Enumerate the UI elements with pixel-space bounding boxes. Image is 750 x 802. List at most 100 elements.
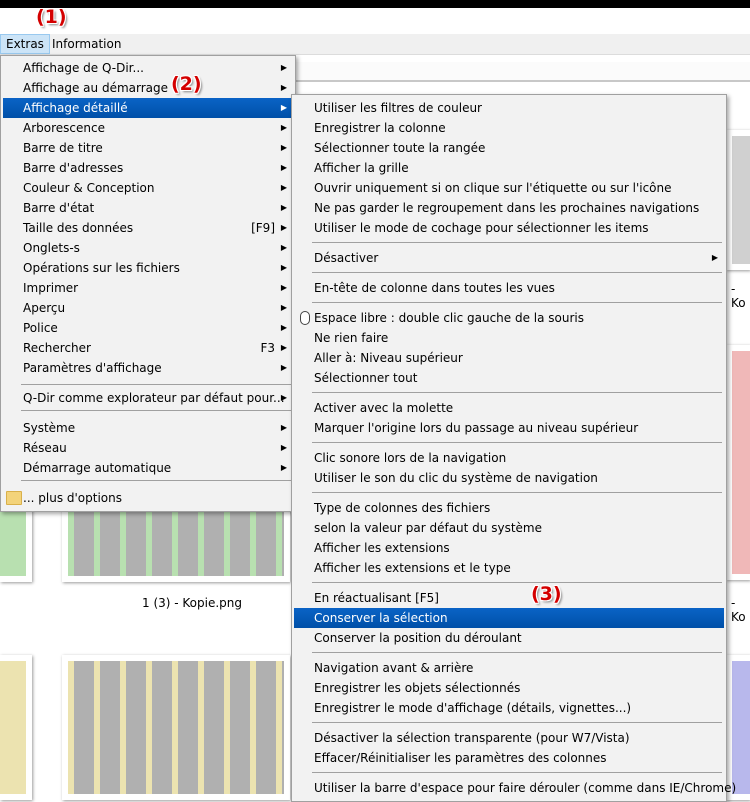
menu-item-label: Conserver la position du déroulant xyxy=(314,631,522,645)
file-view-header xyxy=(296,62,750,82)
menu-separator xyxy=(312,492,722,493)
menu-item-label: Système xyxy=(23,421,76,435)
menu-item[interactable]: Sélectionner tout xyxy=(294,368,724,388)
menu-item[interactable]: selon la valeur par défaut du système xyxy=(294,518,724,538)
menu-item[interactable]: Système ▶ xyxy=(3,418,293,438)
menu-item[interactable]: Type de colonnes des fichiers xyxy=(294,498,724,518)
menu-item[interactable]: Clic sonore lors de la navigation xyxy=(294,448,724,468)
menu-separator xyxy=(312,392,722,393)
menu-item[interactable]: Conserver la position du déroulant xyxy=(294,628,724,648)
submenu-arrow-icon: ▶ xyxy=(280,303,287,312)
menu-item[interactable]: Affichage au démarrage ▶ xyxy=(3,78,293,98)
submenu-arrow-icon: ▶ xyxy=(280,363,287,372)
menu-item-label: Affichage détaillé xyxy=(23,101,128,115)
menu-item[interactable]: Ne rien faire xyxy=(294,328,724,348)
menu-item[interactable]: Sélectionner toute la rangée xyxy=(294,138,724,158)
menu-item-label: Afficher la grille xyxy=(314,161,409,175)
menu-item[interactable]: Utiliser la barre d'espace pour faire dé… xyxy=(294,778,736,798)
menu-item-label: Arborescence xyxy=(23,121,105,135)
annotation-3: (3) xyxy=(531,583,562,605)
extras-menu: Affichage de Q-Dir... ▶ Affichage au démar… xyxy=(0,55,296,512)
menu-item-label: Activer avec la molette xyxy=(314,401,454,415)
menu-item[interactable]: Utiliser le son du clic du système de na… xyxy=(294,468,724,488)
menu-item[interactable]: Utiliser le mode de cochage pour sélecti… xyxy=(294,218,724,238)
menu-item[interactable]: Barre d'adresses ▶ xyxy=(3,158,293,178)
thumbnail[interactable] xyxy=(62,655,290,800)
menu-item[interactable]: En réactualisant [F5] xyxy=(294,588,724,608)
thumbnail-caption: - Ko xyxy=(731,282,746,310)
menu-separator xyxy=(312,652,722,653)
thumbnail[interactable] xyxy=(0,655,32,800)
menu-separator xyxy=(312,272,722,273)
menu-item-label: Sélectionner tout xyxy=(314,371,418,385)
menu-item-label: Enregistrer les objets sélectionnés xyxy=(314,681,521,695)
menu-item[interactable]: Afficher les extensions et le type xyxy=(294,558,724,578)
menu-item-label: Opérations sur les fichiers xyxy=(23,261,180,275)
submenu-arrow-icon: ▶ xyxy=(280,323,287,332)
menu-item-label: Espace libre : double clic gauche de la … xyxy=(314,311,585,325)
menu-extras[interactable]: Extras xyxy=(0,34,50,54)
submenu-arrow-icon: ▶ xyxy=(280,63,287,72)
thumbnail[interactable] xyxy=(726,130,750,270)
menu-item-label: Afficher les extensions et le type xyxy=(314,561,511,575)
menu-item[interactable]: Espace libre : double clic gauche de la … xyxy=(294,308,724,328)
menu-item[interactable]: Arborescence ▶ xyxy=(3,118,293,138)
thumbnail[interactable] xyxy=(726,345,750,580)
menu-item[interactable]: Effacer/Réinitialiser les paramètres des… xyxy=(294,748,724,768)
menu-item[interactable]: ... plus d'options xyxy=(3,488,293,508)
menu-item[interactable]: Navigation avant & arrière xyxy=(294,658,724,678)
menu-item[interactable]: Enregistrer le mode d'affichage (détails… xyxy=(294,698,724,718)
menu-item-label: Aperçu xyxy=(23,301,66,315)
menu-item[interactable]: En-tête de colonne dans toutes les vues xyxy=(294,278,724,298)
menu-item[interactable]: Affichage détaillé ▶ xyxy=(3,98,293,118)
menu-item[interactable]: Affichage de Q-Dir... ▶ xyxy=(3,58,293,78)
menu-item[interactable]: Marquer l'origine lors du passage au niv… xyxy=(294,418,724,438)
menu-item[interactable]: Taille des données [F9] ▶ xyxy=(3,218,293,238)
menu-separator xyxy=(21,384,291,385)
menu-item[interactable]: Désactiver ▶ xyxy=(294,248,724,268)
menu-item[interactable]: Afficher la grille xyxy=(294,158,724,178)
menu-item[interactable]: Activer avec la molette xyxy=(294,398,724,418)
menu-item-label: Enregistrer la colonne xyxy=(314,121,446,135)
menu-item[interactable]: Ne pas garder le regroupement dans les p… xyxy=(294,198,724,218)
menu-item[interactable]: Enregistrer les objets sélectionnés xyxy=(294,678,724,698)
menu-item[interactable]: Barre de titre ▶ xyxy=(3,138,293,158)
submenu-arrow-icon: ▶ xyxy=(280,463,287,472)
menu-item[interactable]: Afficher les extensions xyxy=(294,538,724,558)
menu-item[interactable]: Police ▶ xyxy=(3,318,293,338)
menu-item[interactable]: Réseau ▶ xyxy=(3,438,293,458)
menu-item-shortcut: [F9] xyxy=(251,221,275,235)
menu-item-label: Clic sonore lors de la navigation xyxy=(314,451,507,465)
menu-item-label: Démarrage automatique xyxy=(23,461,172,475)
menu-item[interactable]: Démarrage automatique ▶ xyxy=(3,458,293,478)
menu-item[interactable]: Paramètres d'affichage ▶ xyxy=(3,358,293,378)
menu-item[interactable]: Désactiver la sélection transparente (po… xyxy=(294,728,724,748)
submenu-arrow-icon: ▶ xyxy=(280,283,287,292)
menu-item[interactable]: Rechercher F3 ▶ xyxy=(3,338,293,358)
menu-item[interactable]: Enregistrer la colonne xyxy=(294,118,724,138)
menu-information[interactable]: Information xyxy=(47,34,126,54)
submenu-arrow-icon: ▶ xyxy=(280,443,287,452)
menu-item[interactable]: Ouvrir uniquement si on clique sur l'éti… xyxy=(294,178,724,198)
menu-item-label: Couleur & Conception xyxy=(23,181,155,195)
menu-item[interactable]: Imprimer ▶ xyxy=(3,278,293,298)
thumbnail-caption: - Ko xyxy=(731,596,746,624)
menu-item-label: En réactualisant [F5] xyxy=(314,591,439,605)
submenu-arrow-icon: ▶ xyxy=(280,103,287,112)
menu-item[interactable]: Q-Dir comme explorateur par défaut pour.… xyxy=(3,388,293,408)
menu-item-label: Enregistrer le mode d'affichage (détails… xyxy=(314,701,632,715)
menu-item[interactable]: Couleur & Conception ▶ xyxy=(3,178,293,198)
menu-item[interactable]: Aperçu ▶ xyxy=(3,298,293,318)
menu-item[interactable]: Barre d'état ▶ xyxy=(3,198,293,218)
title-strip xyxy=(0,0,750,8)
menu-item[interactable]: Aller à: Niveau supérieur xyxy=(294,348,724,368)
menu-separator xyxy=(312,442,722,443)
menu-item[interactable]: Conserver la sélection xyxy=(294,608,724,628)
menu-item[interactable]: Utiliser les filtres de couleur xyxy=(294,98,724,118)
menu-item-label: ... plus d'options xyxy=(23,491,122,505)
menu-item-label: Affichage au démarrage xyxy=(23,81,169,95)
menu-item[interactable]: Opérations sur les fichiers ▶ xyxy=(3,258,293,278)
submenu-arrow-icon: ▶ xyxy=(280,423,287,432)
menu-item[interactable]: Onglets-s ▶ xyxy=(3,238,293,258)
menu-separator xyxy=(21,480,291,481)
